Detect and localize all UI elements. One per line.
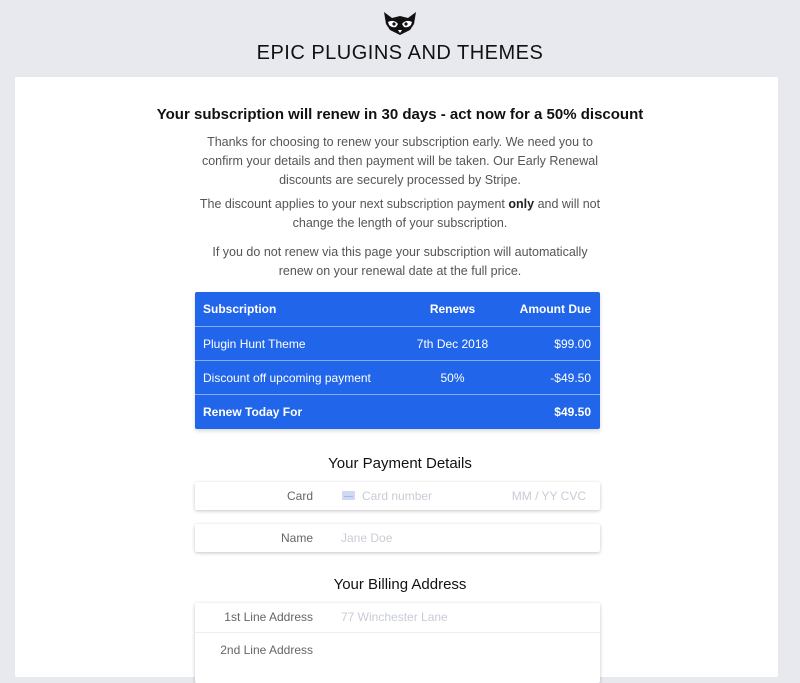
col-header-amount: Amount Due bbox=[519, 302, 591, 316]
brand-name: EPIC PLUGINS AND THEMES bbox=[256, 42, 544, 64]
billing-address-title: Your Billing Address bbox=[333, 576, 467, 593]
col-header-renews: Renews bbox=[429, 302, 476, 316]
row-amount: $99.00 bbox=[554, 337, 591, 351]
total-amount: $49.50 bbox=[554, 405, 591, 419]
table-total-row: Renew Today For $49.50 bbox=[195, 394, 600, 429]
table-row: Plugin Hunt Theme 7th Dec 2018 $99.00 bbox=[195, 326, 600, 361]
address-line2-row[interactable]: 2nd Line Address bbox=[195, 636, 600, 664]
row-renews: 7th Dec 2018 bbox=[416, 337, 489, 351]
card-label: Card bbox=[286, 489, 313, 503]
col-header-subscription: Subscription bbox=[203, 302, 277, 316]
row-renews: 50% bbox=[440, 371, 465, 385]
card-expiry-cvc-input[interactable]: MM / YY CVC bbox=[512, 482, 586, 510]
address-line1-input[interactable]: 77 Winchester Lane bbox=[341, 603, 448, 631]
discount-note-emphasis: only bbox=[508, 197, 535, 211]
name-label: Name bbox=[280, 531, 313, 545]
brand-header: EPIC PLUGINS AND THEMES bbox=[0, 0, 800, 76]
address-line1-row[interactable]: 1st Line Address 77 Winchester Lane bbox=[195, 603, 600, 631]
name-input[interactable]: Jane Doe bbox=[341, 524, 392, 552]
row-amount: -$49.50 bbox=[550, 371, 591, 385]
card-field-row[interactable]: Card Card number MM / YY CVC bbox=[195, 482, 600, 510]
billing-address-fields: 1st Line Address 77 Winchester Lane 2nd … bbox=[195, 603, 600, 683]
name-field[interactable]: Name Jane Doe bbox=[195, 524, 600, 552]
row-subscription: Plugin Hunt Theme bbox=[203, 337, 306, 351]
total-label: Renew Today For bbox=[203, 405, 303, 419]
payment-details-title: Your Payment Details bbox=[328, 455, 472, 472]
discount-note-start: The discount applies to your next subscr… bbox=[199, 197, 509, 211]
name-field-row[interactable]: Name Jane Doe bbox=[195, 524, 600, 552]
card-field[interactable]: Card Card number MM / YY CVC bbox=[195, 482, 600, 510]
discount-note: The discount applies to your next subscr… bbox=[195, 195, 605, 233]
table-row: Discount off upcoming payment 50% -$49.5… bbox=[195, 360, 600, 395]
auto-renew-note: If you do not renew via this page your s… bbox=[212, 245, 588, 278]
card-number-input[interactable]: Card number bbox=[362, 482, 432, 510]
address-line1-label: 1st Line Address bbox=[224, 610, 313, 624]
table-header-row: Subscription Renews Amount Due bbox=[195, 292, 600, 326]
page-title: Your subscription will renew in 30 days … bbox=[156, 106, 644, 123]
intro-paragraph: Thanks for choosing to renew your subscr… bbox=[201, 135, 599, 187]
row-subscription: Discount off upcoming payment bbox=[203, 371, 371, 385]
field-divider bbox=[195, 632, 600, 633]
address-line2-label: 2nd Line Address bbox=[220, 643, 313, 657]
subscription-table: Subscription Renews Amount Due Plugin Hu… bbox=[195, 292, 600, 429]
raccoon-icon bbox=[384, 12, 416, 35]
credit-card-icon bbox=[342, 491, 355, 500]
